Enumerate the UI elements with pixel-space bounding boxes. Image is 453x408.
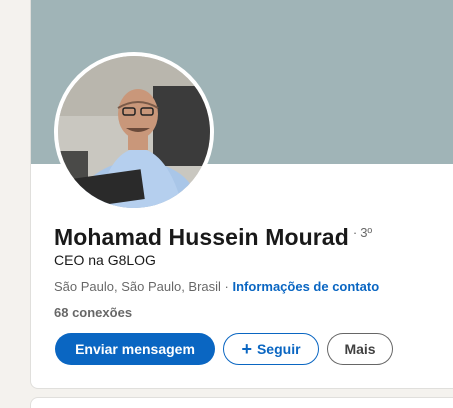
connections-count: 68 conexões	[54, 305, 133, 320]
next-section-card	[30, 397, 453, 408]
location-row: São Paulo, São Paulo, Brasil · Informaçõ…	[54, 279, 379, 294]
contact-info-link[interactable]: Informações de contato	[233, 279, 380, 294]
degree-dot: ·	[352, 225, 358, 240]
profile-name: Mohamad Hussein Mourad	[54, 224, 349, 250]
profile-actions: Enviar mensagem + Seguir Mais	[55, 333, 393, 365]
more-label: Mais	[344, 341, 376, 357]
profile-photo[interactable]	[54, 52, 214, 212]
follow-label: Seguir	[256, 341, 301, 357]
profile-photo-image	[58, 56, 210, 208]
send-message-button[interactable]: Enviar mensagem	[55, 333, 215, 365]
profile-card: Mohamad Hussein Mourad · 3º CEO na G8LOG …	[30, 0, 453, 389]
profile-location: São Paulo, São Paulo, Brasil	[54, 279, 221, 294]
send-message-label: Enviar mensagem	[75, 341, 195, 357]
degree-value: 3º	[360, 225, 373, 240]
connection-degree: · 3º	[353, 225, 372, 240]
more-button[interactable]: Mais	[327, 333, 393, 365]
follow-button[interactable]: + Seguir	[223, 333, 319, 365]
name-row: Mohamad Hussein Mourad · 3º	[54, 224, 372, 251]
location-separator: ·	[220, 279, 233, 294]
plus-icon: +	[241, 339, 252, 359]
profile-headline: CEO na G8LOG	[54, 252, 156, 268]
